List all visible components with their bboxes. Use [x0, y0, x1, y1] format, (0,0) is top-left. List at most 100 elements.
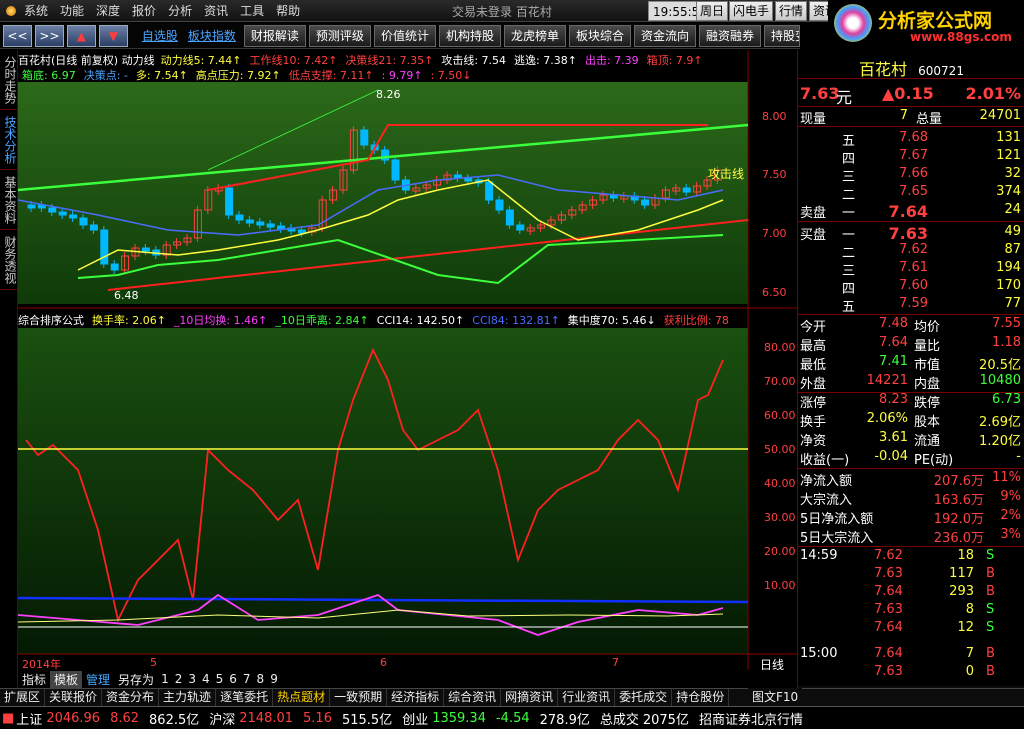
candle-body [27, 204, 36, 209]
candle-body [297, 229, 306, 234]
up-arrow-icon[interactable]: ▲ [66, 24, 96, 47]
sector-index-link[interactable]: 板块指数 [188, 27, 236, 44]
axis-sub-7: 10.00 [764, 579, 796, 592]
indicator-tab-8[interactable]: 5 [213, 672, 227, 686]
ext-tab-8[interactable]: 综合资讯 [444, 689, 502, 706]
menu-help[interactable]: 帮助 [272, 0, 308, 22]
indicator-tab-1[interactable]: 模板 [50, 670, 83, 688]
chart-canvas[interactable] [18, 50, 797, 670]
main-legend-3: 攻击线: 7.54 [441, 54, 507, 67]
main-legend-2: 决策线21: 7.35↑ [345, 54, 434, 67]
ribbon-financial-report[interactable]: 财报解读 [243, 24, 306, 47]
axis-sub-3: 50.00 [764, 443, 796, 456]
down-arrow-icon[interactable]: ▼ [98, 24, 128, 47]
main-legend2-1: 决策点: - [83, 69, 128, 82]
candle-body [277, 225, 286, 230]
main-legend-5: 出击: 7.39 [584, 54, 639, 67]
candle-body [464, 177, 473, 182]
broker-name: 招商证券北京行情 [698, 712, 803, 728]
ext-tab-3[interactable]: 主力轨迹 [159, 689, 217, 706]
ext-tab-6[interactable]: 一致预期 [330, 689, 388, 706]
main-panel-legend: 百花村(日线 前复权) 动力线 动力线5: 7.44↑ 工作线10: 7.42↑ 决… [18, 52, 711, 68]
sub-panel-bg [18, 328, 748, 654]
menu-analysis[interactable]: 分析 [164, 0, 200, 22]
axis-main-2: 7.00 [762, 227, 787, 240]
candle-body [505, 209, 514, 226]
quote-panel: 百花村 600721 7.63 元 ▲0.15 2.01% 现量 7 总量 24… [797, 50, 1024, 704]
axis-main-0: 8.00 [762, 110, 787, 123]
indicator-tab-9[interactable]: 6 [226, 672, 240, 686]
indicator-tab-0[interactable]: 指标 [18, 671, 50, 688]
indicator-tab-2[interactable]: 管理 [82, 671, 114, 688]
stock-name: 百花村 [859, 60, 908, 79]
chart-area[interactable]: 百花村(日线 前复权) 动力线 动力线5: 7.44↑ 工作线10: 7.42↑ 决… [18, 50, 797, 672]
sh-index: 2046.96 [46, 710, 101, 726]
candle-body [485, 181, 494, 201]
candle-body [516, 224, 525, 231]
indicator-tab-7[interactable]: 4 [199, 672, 213, 686]
candle-body [89, 224, 98, 231]
main-legend2-2: 多: 7.54↑ [135, 69, 188, 82]
candle-body [58, 211, 67, 216]
ext-tab-9[interactable]: 网摘资讯 [501, 689, 559, 706]
menu-function[interactable]: 功能 [56, 0, 92, 22]
ext-tab-11[interactable]: 委托成交 [615, 689, 673, 706]
cy-index: 1359.34 [432, 710, 486, 726]
indicator-tab-10[interactable]: 7 [240, 672, 254, 686]
sub-legend-2: _10日乖离: 2.84↑ [275, 314, 369, 327]
market-button[interactable]: 行情 [775, 1, 808, 21]
indicator-tab-12[interactable]: 9 [267, 672, 281, 686]
next-page-button[interactable]: >> [34, 24, 64, 47]
menu-tools[interactable]: 工具 [236, 0, 272, 22]
candle-body [141, 247, 150, 252]
menu-depth[interactable]: 深度 [92, 0, 128, 22]
ribbon-margin-trading[interactable]: 融资融券 [699, 24, 762, 47]
chart-f10-button[interactable]: 图文F10 [748, 688, 803, 705]
candle-body [235, 214, 244, 221]
menu-info[interactable]: 资讯 [200, 0, 236, 22]
flash-trade-button[interactable]: 闪电手 [729, 1, 774, 21]
ext-tab-2[interactable]: 资金分布 [102, 689, 160, 706]
axis-main-1: 7.50 [762, 168, 787, 181]
high-label: 8.26 [376, 88, 401, 101]
ext-tab-5[interactable]: 热点题材 [273, 689, 331, 706]
ribbon-capital-flow[interactable]: 资金流向 [634, 24, 697, 47]
ext-tab-10[interactable]: 行业资讯 [558, 689, 616, 706]
main-legend2-0: 箱底: 6.97 [22, 69, 76, 82]
ribbon-sector-overview[interactable]: 板块综合 [568, 24, 631, 47]
menu-system[interactable]: 系统 [20, 0, 56, 22]
candle-body [391, 159, 400, 181]
sub-legend-3: CCI14: 142.50↑ [376, 314, 465, 327]
date-jul: 7 [612, 656, 619, 669]
ribbon-holding-change[interactable]: 持股变化 [764, 24, 800, 47]
date-jun: 6 [380, 656, 387, 669]
sub-legend-6: 获利比例: 78 [663, 314, 729, 327]
ext-tab-7[interactable]: 经济指标 [387, 689, 445, 706]
watchlist-link[interactable]: 自选股 [142, 27, 178, 44]
ribbon-forecast-rating[interactable]: 预测评级 [308, 24, 371, 47]
status-bar: ■ 上证 2046.96 8.62 862.5亿 沪深 2148.01 5.16… [0, 706, 1024, 729]
ext-tab-4[interactable]: 逐笔委托 [216, 689, 274, 706]
candle-body [256, 221, 265, 226]
indicator-tab-6[interactable]: 3 [185, 672, 199, 686]
prev-page-button[interactable]: << [3, 24, 32, 47]
flower-logo-icon [834, 4, 872, 42]
ribbon-institution-holding[interactable]: 机构持股 [438, 24, 501, 47]
indicator-tab-5[interactable]: 2 [172, 672, 186, 686]
indicator-tab-11[interactable]: 8 [254, 672, 268, 686]
menu-quote[interactable]: 报价 [128, 0, 164, 22]
toolbar: << >> ▲ ▼ 自选股 板块指数 财报解读 预测评级 价值统计 机构持股 龙… [0, 23, 800, 49]
indicator-tab-4[interactable]: 1 [158, 672, 172, 686]
ribbon-dragon-tiger[interactable]: 龙虎榜单 [503, 24, 566, 47]
main-panel-title: 百花村(日线 前复权) 动力线 [18, 54, 155, 67]
ext-tab-1[interactable]: 关联报价 [45, 689, 103, 706]
axis-sub-5: 30.00 [764, 511, 796, 524]
candle-body [69, 214, 78, 219]
weekday-button[interactable]: 周日 [696, 1, 729, 21]
ext-tab-12[interactable]: 持仓股份 [672, 689, 730, 706]
app-logo-icon [6, 5, 16, 16]
candle-body [79, 217, 88, 226]
indicator-tab-3[interactable]: 另存为 [114, 671, 158, 688]
ribbon-value-stats[interactable]: 价值统计 [373, 24, 436, 47]
ext-tab-0[interactable]: 扩展区 [0, 689, 46, 706]
